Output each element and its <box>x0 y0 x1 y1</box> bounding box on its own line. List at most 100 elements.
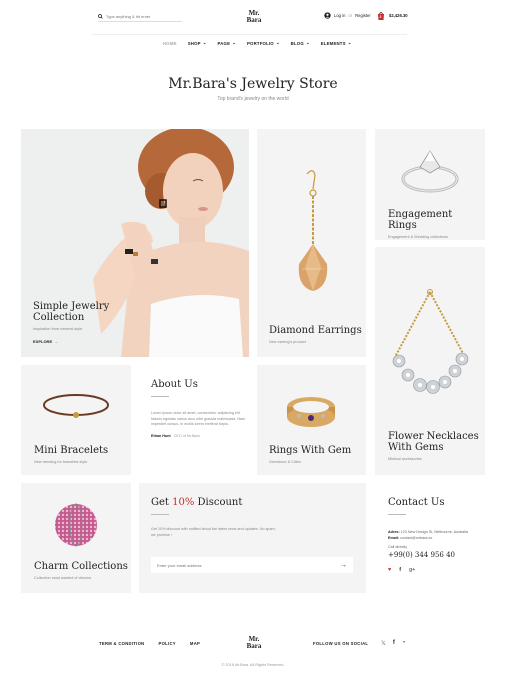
email-subscribe-field: → <box>151 557 353 573</box>
nav-portfolio-label: PORTFOLIO <box>246 40 274 46</box>
phone-number[interactable]: +99(0) 344 956 40 <box>388 551 488 559</box>
cart-count: 2 <box>379 14 382 19</box>
cart-total: $2,426.30 <box>389 13 408 18</box>
site-logo[interactable]: Mr. Bara <box>241 10 267 24</box>
nav-home-label: HOME <box>163 40 177 46</box>
nav-elements[interactable]: ELEMENTS ⌄ <box>321 40 352 46</box>
header-divider <box>92 34 407 35</box>
card-title: Diamond Earrings <box>269 325 362 336</box>
cart-icon[interactable]: 2 <box>377 11 385 20</box>
login-link[interactable]: Log in <box>334 13 345 18</box>
card-desc: Engagement & Wedding collections <box>388 235 448 239</box>
card-desc: New trending for bracelets style <box>34 460 88 464</box>
nav-shop[interactable]: SHOP ⌄ <box>188 40 207 46</box>
search-icon[interactable] <box>98 14 103 19</box>
cart[interactable]: 2 $2,426.30 <box>377 11 408 20</box>
card-desc: New earring's product <box>269 340 306 344</box>
or-text: or <box>348 13 353 18</box>
card-title: Simple Jewelry Collection <box>33 301 110 323</box>
card-title: Flower Necklaces With Gems <box>388 431 479 453</box>
charm-image <box>55 503 97 547</box>
copyright: © 2016 Mr.Bara. All Rights Reserved. <box>221 663 285 667</box>
logo-line2: Bara <box>246 16 262 24</box>
contact-details: Adres: 123 New Design St, Melbourne, Aus… <box>388 529 488 550</box>
contact-divider <box>388 514 406 515</box>
nav-blog[interactable]: BLOG ⌄ <box>291 40 310 46</box>
card-mini-bracelets[interactable]: Mini Bracelets New trending for bracelet… <box>21 365 131 475</box>
email-label: Email: <box>388 536 400 540</box>
necklace-image <box>392 289 469 394</box>
discount-divider <box>151 514 169 515</box>
card-title: Engagement Rings <box>388 209 453 231</box>
contact-title: Contact Us <box>388 497 445 508</box>
card-flower-necklaces[interactable]: Flower Necklaces With Gems Mistical acce… <box>375 247 485 475</box>
user-icon[interactable] <box>324 12 331 19</box>
nav-home[interactable]: HOME <box>163 40 177 46</box>
email-value[interactable]: contact@mrbara.co <box>400 536 432 540</box>
card-desc: Collection most wanted of citizens <box>34 576 92 580</box>
discount-section: Get 10% Discount Get 10% discount with n… <box>139 483 366 593</box>
search-input[interactable] <box>106 14 178 19</box>
address-label: Adres: <box>388 530 400 534</box>
follow-label: FOLLOW US ON SOCIAL <box>313 641 369 646</box>
footer-links: TERM & CONDITION POLICY MAP <box>99 641 200 646</box>
chevron-down-icon: ⌄ <box>232 40 236 45</box>
nav-portfolio[interactable]: PORTFOLIO ⌄ <box>247 40 280 46</box>
google-plus-icon[interactable]: g+ <box>409 567 415 573</box>
explore-link[interactable]: EXPLORE → <box>33 339 143 344</box>
card-title: Rings With Gem <box>269 445 352 456</box>
about-author-line: Ethan Hunt CEO of Mr.Bara <box>151 434 246 438</box>
twitter-icon[interactable]: ♥ <box>388 567 391 573</box>
discount-percent: 10% <box>172 497 195 508</box>
nav-page-label: PAGE <box>217 40 231 46</box>
twitter-icon[interactable]: 𝕏 <box>381 640 386 647</box>
card-charm-collections[interactable]: Charm Collections Collection most wanted… <box>21 483 131 593</box>
footer-logo[interactable]: Mr. Bara <box>241 636 267 650</box>
call-label: Call directly <box>388 545 408 549</box>
arrow-right-icon: → <box>54 339 59 344</box>
footer-social: 𝕏 f ◔ <box>381 640 405 647</box>
card-rings-with-gem[interactable]: Rings With Gem Gemstone & Cities <box>257 365 366 475</box>
chevron-down-icon: ⌄ <box>275 40 280 45</box>
footer-logo-line2: Bara <box>246 642 262 650</box>
facebook-icon[interactable]: f <box>399 567 401 573</box>
email-input[interactable] <box>157 562 307 568</box>
discount-title-post: Discount <box>194 497 243 508</box>
gem-ring-image <box>287 397 335 427</box>
card-diamond-earrings[interactable]: Diamond Earrings New earring's product <box>257 129 366 357</box>
card-engagement-rings[interactable]: Engagement Rings Engagement & Wedding co… <box>375 129 485 240</box>
explore-label: EXPLORE <box>33 339 53 344</box>
chevron-down-icon: ⌄ <box>305 40 310 45</box>
about-title: About Us <box>151 379 198 390</box>
arrow-right-icon[interactable]: → <box>340 562 347 569</box>
footer-link-terms[interactable]: TERM & CONDITION <box>99 641 145 646</box>
page-title: Mr.Bara's Jewelry Store <box>168 76 338 92</box>
nav-elements-label: ELEMENTS <box>320 40 346 46</box>
engagement-ring-image <box>401 150 459 193</box>
nav-shop-label: SHOP <box>187 40 201 46</box>
footer-link-policy[interactable]: POLICY <box>159 641 176 646</box>
facebook-icon[interactable]: f <box>393 640 395 647</box>
footer-link-map[interactable]: MAP <box>190 641 200 646</box>
about-divider <box>151 396 169 397</box>
earring-image <box>298 170 328 291</box>
about-author: Ethan Hunt <box>151 433 171 438</box>
about-text: Lorem ipsum dolor sit amet, consectetur … <box>151 411 246 426</box>
register-link[interactable]: Register <box>355 13 371 18</box>
chevron-down-icon: ⌄ <box>347 40 352 45</box>
rss-icon[interactable]: ◔ <box>402 640 406 647</box>
card-desc: Inspiration from minimal style <box>33 327 83 331</box>
discount-title-pre: Get <box>151 497 173 508</box>
card-simple-jewelry[interactable]: Simple Jewelry Collection Inspiration fr… <box>21 129 249 357</box>
discount-title: Get 10% Discount <box>151 497 361 508</box>
card-title: Charm Collections <box>34 561 128 572</box>
search-bar <box>98 12 182 22</box>
card-desc: Gemstone & Cities <box>269 460 301 464</box>
nav-blog-label: BLOG <box>290 40 304 46</box>
about-section: About Us Lorem ipsum dolor sit amet, con… <box>139 365 249 475</box>
bracelet-image <box>43 394 109 418</box>
nav-page[interactable]: PAGE ⌄ <box>218 40 236 46</box>
address-value: 123 New Design St, Melbourne, Australia <box>400 530 468 534</box>
contact-section: Contact Us Adres: 123 New Design St, Mel… <box>375 483 485 593</box>
card-title: Mini Bracelets <box>34 445 109 456</box>
